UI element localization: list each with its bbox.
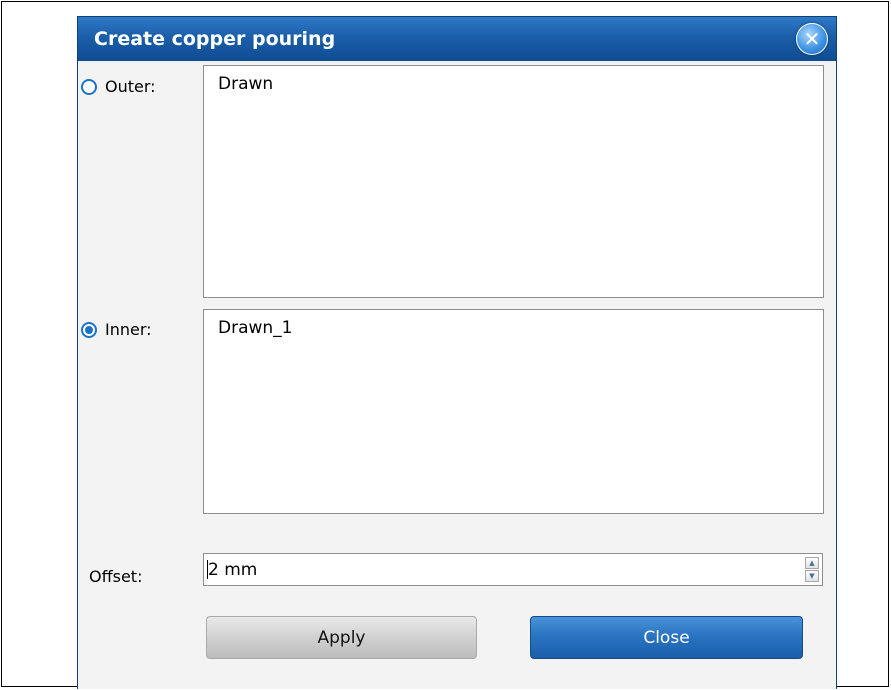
dialog-titlebar[interactable]: Create copper pouring ✕ [78,17,836,61]
spin-down-icon[interactable]: ▼ [805,570,819,582]
inner-listbox[interactable]: Drawn_1 [203,309,824,514]
outer-listbox[interactable]: Drawn [203,65,824,298]
copper-pouring-dialog: Create copper pouring ✕ Outer: Drawn Inn… [77,16,837,689]
outer-radio-button[interactable] [81,78,97,95]
inner-radio-button[interactable] [81,321,97,338]
offset-spinner[interactable]: ▲ ▼ [805,557,819,582]
list-item[interactable]: Drawn [204,66,823,102]
apply-button[interactable]: Apply [206,616,477,659]
list-item[interactable]: Drawn_1 [204,310,823,346]
inner-radio-option[interactable]: Inner: [81,320,152,339]
close-button[interactable]: Close [530,616,803,659]
outer-radio-option[interactable]: Outer: [81,77,156,96]
spin-up-icon[interactable]: ▲ [805,557,819,569]
offset-label: Offset: [89,567,143,586]
offset-value[interactable]: 2 mm [208,560,257,580]
inner-radio-label: Inner: [105,320,152,339]
close-icon[interactable]: ✕ [796,23,828,55]
offset-stepper[interactable]: 2 mm ▲ ▼ [203,553,823,586]
dialog-title: Create copper pouring [94,28,336,50]
outer-radio-label: Outer: [105,77,156,96]
